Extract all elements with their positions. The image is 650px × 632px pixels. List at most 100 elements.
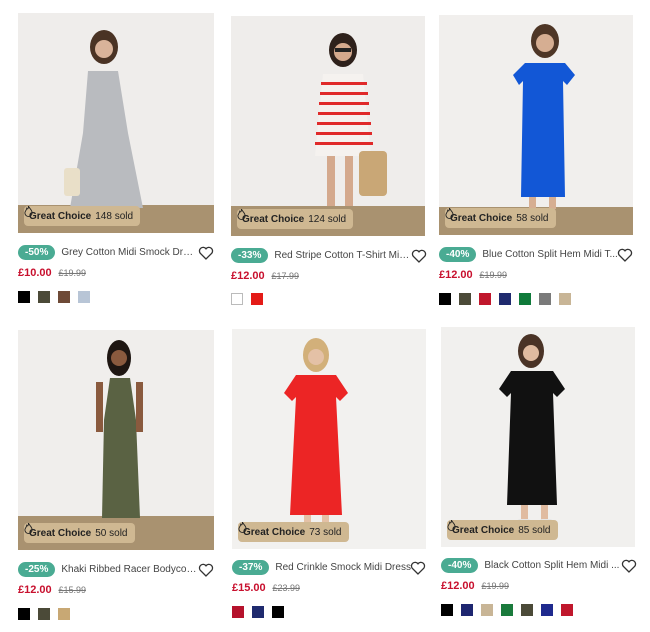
colour-swatches bbox=[441, 604, 573, 616]
sold-count: 85 sold bbox=[518, 524, 551, 536]
product-card[interactable]: Great Choice 85 sold -40% Black Cotton S… bbox=[441, 327, 637, 627]
great-choice-badge: Great Choice 85 sold bbox=[447, 520, 558, 540]
colour-swatch[interactable] bbox=[18, 291, 30, 303]
product-photo bbox=[18, 13, 214, 233]
badge-label: Great Choice bbox=[452, 524, 515, 536]
discount-badge: -50% bbox=[18, 244, 56, 260]
colour-swatch[interactable] bbox=[441, 604, 453, 616]
product-title[interactable]: Blue Cotton Split Hem Midi T... bbox=[482, 249, 618, 260]
heart-icon[interactable] bbox=[198, 562, 214, 578]
colour-swatches bbox=[18, 291, 90, 303]
product-title[interactable]: Red Crinkle Smock Midi Dress bbox=[275, 562, 411, 573]
sold-count: 124 sold bbox=[308, 213, 347, 225]
product-image[interactable]: Great Choice 58 sold bbox=[439, 15, 633, 235]
colour-swatch[interactable] bbox=[58, 608, 70, 620]
colour-swatch[interactable] bbox=[479, 293, 491, 305]
product-photo bbox=[231, 16, 425, 236]
was-price: £23.99 bbox=[272, 583, 300, 593]
badge-label: Great Choice bbox=[29, 527, 92, 539]
product-title[interactable]: Grey Cotton Midi Smock Dress bbox=[61, 247, 197, 258]
product-card[interactable]: Great Choice 124 sold -33% Red Stripe Co… bbox=[231, 16, 427, 316]
colour-swatch[interactable] bbox=[38, 291, 50, 303]
colour-swatch[interactable] bbox=[561, 604, 573, 616]
great-choice-badge: Great Choice 73 sold bbox=[238, 522, 349, 542]
discount-badge: -40% bbox=[441, 557, 479, 573]
colour-swatch[interactable] bbox=[521, 604, 533, 616]
heart-icon[interactable] bbox=[410, 560, 426, 576]
heart-icon[interactable] bbox=[617, 247, 633, 263]
heart-icon[interactable] bbox=[198, 245, 214, 261]
badge-label: Great Choice bbox=[242, 213, 305, 225]
sale-price: £12.00 bbox=[441, 580, 475, 592]
was-price: £19.99 bbox=[481, 581, 509, 591]
great-choice-badge: Great Choice 148 sold bbox=[24, 206, 141, 226]
colour-swatch[interactable] bbox=[18, 608, 30, 620]
fire-icon bbox=[24, 523, 33, 534]
product-photo bbox=[439, 15, 633, 235]
heart-icon[interactable] bbox=[411, 248, 427, 264]
sold-count: 58 sold bbox=[516, 212, 549, 224]
colour-swatches bbox=[232, 606, 284, 618]
badge-label: Great Choice bbox=[243, 526, 306, 538]
colour-swatch[interactable] bbox=[251, 293, 263, 305]
colour-swatches bbox=[18, 608, 70, 620]
great-choice-badge: Great Choice 58 sold bbox=[445, 208, 556, 228]
badge-label: Great Choice bbox=[450, 212, 513, 224]
fire-icon bbox=[447, 520, 456, 531]
product-photo bbox=[441, 327, 635, 547]
product-photo bbox=[18, 330, 214, 550]
colour-swatch[interactable] bbox=[481, 604, 493, 616]
product-title[interactable]: Black Cotton Split Hem Midi ... bbox=[484, 560, 620, 571]
sale-price: £12.00 bbox=[231, 270, 265, 282]
product-image[interactable]: Great Choice 124 sold bbox=[231, 16, 425, 236]
product-image[interactable]: Great Choice 73 sold bbox=[232, 329, 426, 549]
colour-swatch[interactable] bbox=[252, 606, 264, 618]
colour-swatch[interactable] bbox=[499, 293, 511, 305]
colour-swatch[interactable] bbox=[461, 604, 473, 616]
sale-price: £12.00 bbox=[18, 584, 52, 596]
product-title[interactable]: Red Stripe Cotton T-Shirt Mini... bbox=[274, 250, 410, 261]
was-price: £15.99 bbox=[58, 585, 86, 595]
product-image[interactable]: Great Choice 50 sold bbox=[18, 330, 214, 550]
colour-swatches bbox=[231, 293, 263, 305]
fire-icon bbox=[24, 206, 33, 217]
product-image[interactable]: Great Choice 148 sold bbox=[18, 13, 214, 233]
colour-swatch[interactable] bbox=[519, 293, 531, 305]
product-card[interactable]: Great Choice 58 sold -40% Blue Cotton Sp… bbox=[439, 15, 635, 315]
sale-price: £15.00 bbox=[232, 582, 266, 594]
colour-swatch[interactable] bbox=[439, 293, 451, 305]
sale-price: £10.00 bbox=[18, 267, 52, 279]
colour-swatch[interactable] bbox=[232, 606, 244, 618]
sold-count: 50 sold bbox=[95, 527, 128, 539]
was-price: £19.99 bbox=[58, 268, 86, 278]
product-image[interactable]: Great Choice 85 sold bbox=[441, 327, 635, 547]
colour-swatch[interactable] bbox=[78, 291, 90, 303]
colour-swatches bbox=[439, 293, 571, 305]
product-card[interactable]: Great Choice 50 sold -25% Khaki Ribbed R… bbox=[18, 330, 214, 630]
great-choice-badge: Great Choice 124 sold bbox=[237, 209, 354, 229]
great-choice-badge: Great Choice 50 sold bbox=[24, 523, 135, 543]
product-card[interactable]: Great Choice 73 sold -37% Red Crinkle Sm… bbox=[232, 329, 428, 629]
colour-swatch[interactable] bbox=[58, 291, 70, 303]
colour-swatch[interactable] bbox=[38, 608, 50, 620]
heart-icon[interactable] bbox=[621, 558, 637, 574]
colour-swatch[interactable] bbox=[559, 293, 571, 305]
colour-swatch[interactable] bbox=[231, 293, 243, 305]
colour-swatch[interactable] bbox=[459, 293, 471, 305]
product-title[interactable]: Khaki Ribbed Racer Bodycon ... bbox=[61, 564, 197, 575]
discount-badge: -37% bbox=[232, 559, 270, 575]
colour-swatch[interactable] bbox=[539, 293, 551, 305]
sold-count: 73 sold bbox=[309, 526, 342, 538]
fire-icon bbox=[237, 209, 246, 220]
was-price: £19.99 bbox=[479, 270, 507, 280]
fire-icon bbox=[445, 208, 454, 219]
discount-badge: -33% bbox=[231, 247, 269, 263]
colour-swatch[interactable] bbox=[501, 604, 513, 616]
colour-swatch[interactable] bbox=[272, 606, 284, 618]
badge-label: Great Choice bbox=[29, 210, 92, 222]
discount-badge: -25% bbox=[18, 561, 56, 577]
product-card[interactable]: Great Choice 148 sold -50% Grey Cotton M… bbox=[18, 13, 214, 313]
discount-badge: -40% bbox=[439, 246, 477, 262]
colour-swatch[interactable] bbox=[541, 604, 553, 616]
fire-icon bbox=[238, 522, 247, 533]
